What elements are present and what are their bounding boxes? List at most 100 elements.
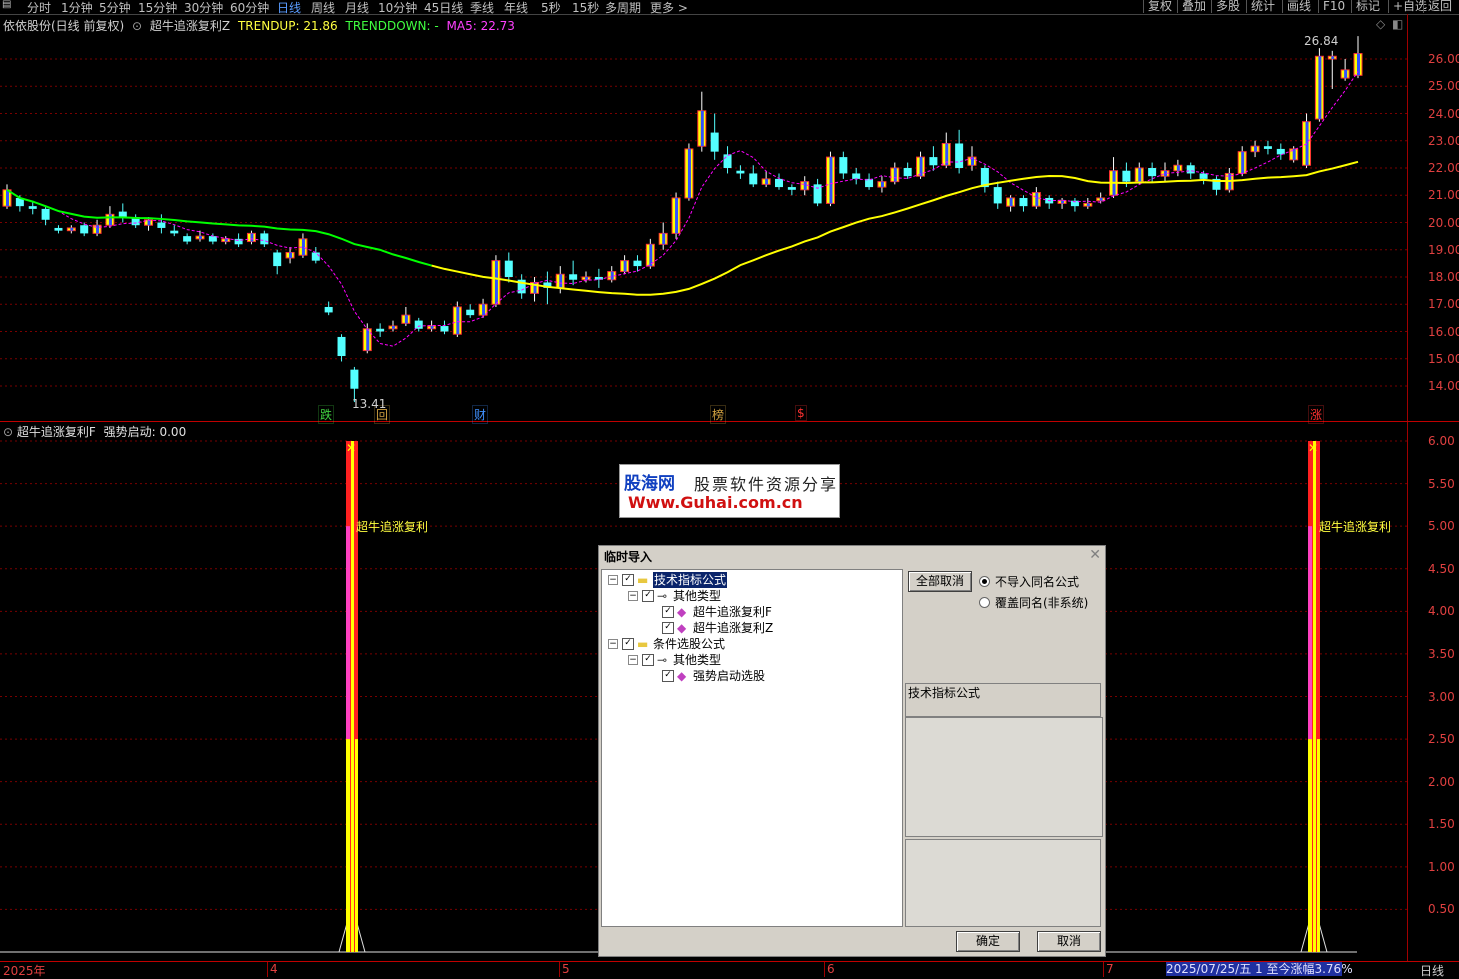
x-tick <box>559 962 560 977</box>
y-tick-label: 2.50 <box>1428 732 1455 747</box>
tab-10[interactable]: 45日线 <box>424 0 463 16</box>
chart-settings-icon[interactable]: ◇ <box>1376 17 1385 31</box>
toolbar-button-0[interactable]: 复权 <box>1143 0 1176 13</box>
tab-7[interactable]: 周线 <box>311 0 335 16</box>
candle-body-stripe <box>1318 56 1322 119</box>
tree-checkbox[interactable]: ✓ <box>622 638 634 650</box>
close-icon[interactable]: ✕ <box>1089 547 1101 563</box>
toolbar-button-2[interactable]: 多股 <box>1211 0 1244 13</box>
candle-body-stripe <box>456 306 460 335</box>
y-tick-label: 14.00 <box>1428 379 1459 393</box>
candle-body-stripe <box>494 260 498 305</box>
tree-checkbox[interactable]: ✓ <box>622 574 634 586</box>
cancel-button[interactable]: 取消 <box>1037 931 1101 952</box>
y-tick-label: 17.00 <box>1428 297 1459 312</box>
dialog-titlebar[interactable]: 临时导入 ✕ <box>599 546 1105 564</box>
y-tick-label: 23.00 <box>1428 133 1459 148</box>
tab-3[interactable]: 15分钟 <box>138 0 177 16</box>
tab-8[interactable]: 月线 <box>345 0 369 16</box>
event-marker[interactable]: 财 <box>472 405 489 424</box>
signal-bar-yellow <box>1308 739 1312 952</box>
toolbar-button-6[interactable]: 标记 <box>1351 0 1384 13</box>
event-marker[interactable]: 跌 <box>318 405 335 424</box>
candle-body-down <box>749 173 758 185</box>
y-tick-label: 6.00 <box>1428 434 1455 448</box>
candle-body-stripe <box>289 252 293 258</box>
chart-maximize-icon[interactable]: ◧ <box>1392 17 1403 31</box>
tab-9[interactable]: 10分钟 <box>378 0 417 16</box>
tab-14[interactable]: 15秒 <box>572 0 599 16</box>
candle-body-down <box>993 187 1002 204</box>
tree-node-label[interactable]: 超牛追涨复利Z <box>693 620 773 636</box>
tab-16[interactable]: 更多 > <box>650 0 688 16</box>
x-axis-label: 5 <box>562 962 570 976</box>
cancel-all-button[interactable]: 全部取消 <box>908 571 972 592</box>
y-tick-label: 20.00 <box>1428 215 1459 230</box>
radio-no-import[interactable]: 不导入同名公式 <box>979 573 1079 590</box>
tab-4[interactable]: 30分钟 <box>184 0 223 16</box>
period-indicator[interactable]: 日线 <box>1420 962 1444 979</box>
candle-body-down <box>183 236 192 242</box>
y-tick-label: 5.50 <box>1428 476 1455 491</box>
tab-0[interactable]: 分时 <box>27 0 51 16</box>
tab-15[interactable]: 多周期 <box>605 0 641 16</box>
tab-5[interactable]: 60分钟 <box>230 0 269 16</box>
candle-body-down <box>1263 146 1272 149</box>
tab-1[interactable]: 1分钟 <box>61 0 93 16</box>
watermark-slogan: 股票软件资源分享 <box>694 475 839 494</box>
tab-13[interactable]: 5秒 <box>541 0 561 16</box>
candle-body-stripe <box>1344 69 1348 79</box>
candle-body-stripe <box>108 214 112 226</box>
candle-body-down <box>157 222 166 228</box>
candle-body-down <box>337 336 346 357</box>
formula-tree[interactable]: − ✓ ▬ 技术指标公式 − ✓ ⊸ 其他类型 ✓ ◆ 超牛追涨复利F ✓ ◆ 超牛追涨复利Z − ✓ ▬ 条件选… <box>601 569 903 927</box>
tree-node-label[interactable]: 条件选股公式 <box>653 636 725 652</box>
ok-button[interactable]: 确定 <box>956 931 1020 952</box>
tree-node-label[interactable]: 其他类型 <box>673 588 721 604</box>
signal-bar-yellow <box>346 739 350 952</box>
tree-checkbox[interactable]: ✓ <box>662 622 674 634</box>
candle-body-down <box>324 306 333 313</box>
tree-expand-icon[interactable]: − <box>628 655 638 665</box>
tree-node-label[interactable]: 强势启动选股 <box>693 668 765 684</box>
candle-body-down <box>208 236 217 242</box>
tree-expand-icon[interactable]: − <box>608 575 618 585</box>
event-marker[interactable]: 涨 <box>1308 405 1325 424</box>
x-axis-label: 4 <box>270 962 278 976</box>
y-axis-divider <box>1407 14 1408 962</box>
tree-checkbox[interactable]: ✓ <box>642 590 654 602</box>
y-tick-label: 3.50 <box>1428 646 1455 661</box>
tab-11[interactable]: 季线 <box>470 0 494 16</box>
tab-12[interactable]: 年线 <box>504 0 528 16</box>
toolbar-button-1[interactable]: 叠加 <box>1177 0 1210 13</box>
tree-node-label[interactable]: 技术指标公式 <box>653 572 728 588</box>
radio-overwrite[interactable]: 覆盖同名(非系统) <box>979 594 1088 611</box>
tree-expand-icon[interactable]: − <box>608 639 618 649</box>
toolbar-button-3[interactable]: 统计 <box>1246 0 1279 13</box>
toolbar-button-5[interactable]: F10 <box>1318 0 1349 13</box>
tree-expand-icon[interactable]: − <box>628 591 638 601</box>
candle-body-stripe <box>893 168 897 182</box>
y-tick-label: 1.00 <box>1428 859 1455 874</box>
tab-6[interactable]: 日线 <box>277 0 301 16</box>
tree-node-label[interactable]: 其他类型 <box>673 652 721 668</box>
tab-2[interactable]: 5分钟 <box>99 0 131 16</box>
toolbar-button-8[interactable]: 返回 <box>1423 0 1456 13</box>
toolbar-button-4[interactable]: 画线 <box>1282 0 1315 13</box>
y-tick-label: 3.00 <box>1428 689 1455 704</box>
candle-body-down <box>569 274 578 280</box>
y-tick-label: 4.00 <box>1428 604 1455 619</box>
candle-body-down <box>28 206 37 209</box>
candle-body-down <box>1122 170 1131 182</box>
toolbar-menu-icon[interactable]: ▤ <box>2 0 11 10</box>
y-tick-label: 21.00 <box>1428 188 1459 203</box>
info-panel-2 <box>905 839 1101 927</box>
candlestick-chart[interactable] <box>0 30 1407 421</box>
event-marker[interactable]: 榜 <box>710 405 727 424</box>
tree-node-label[interactable]: 超牛追涨复利F <box>693 604 772 620</box>
tree-checkbox[interactable]: ✓ <box>662 606 674 618</box>
event-marker[interactable]: $ <box>795 405 807 421</box>
x-tick <box>824 962 825 977</box>
tree-checkbox[interactable]: ✓ <box>642 654 654 666</box>
tree-checkbox[interactable]: ✓ <box>662 670 674 682</box>
